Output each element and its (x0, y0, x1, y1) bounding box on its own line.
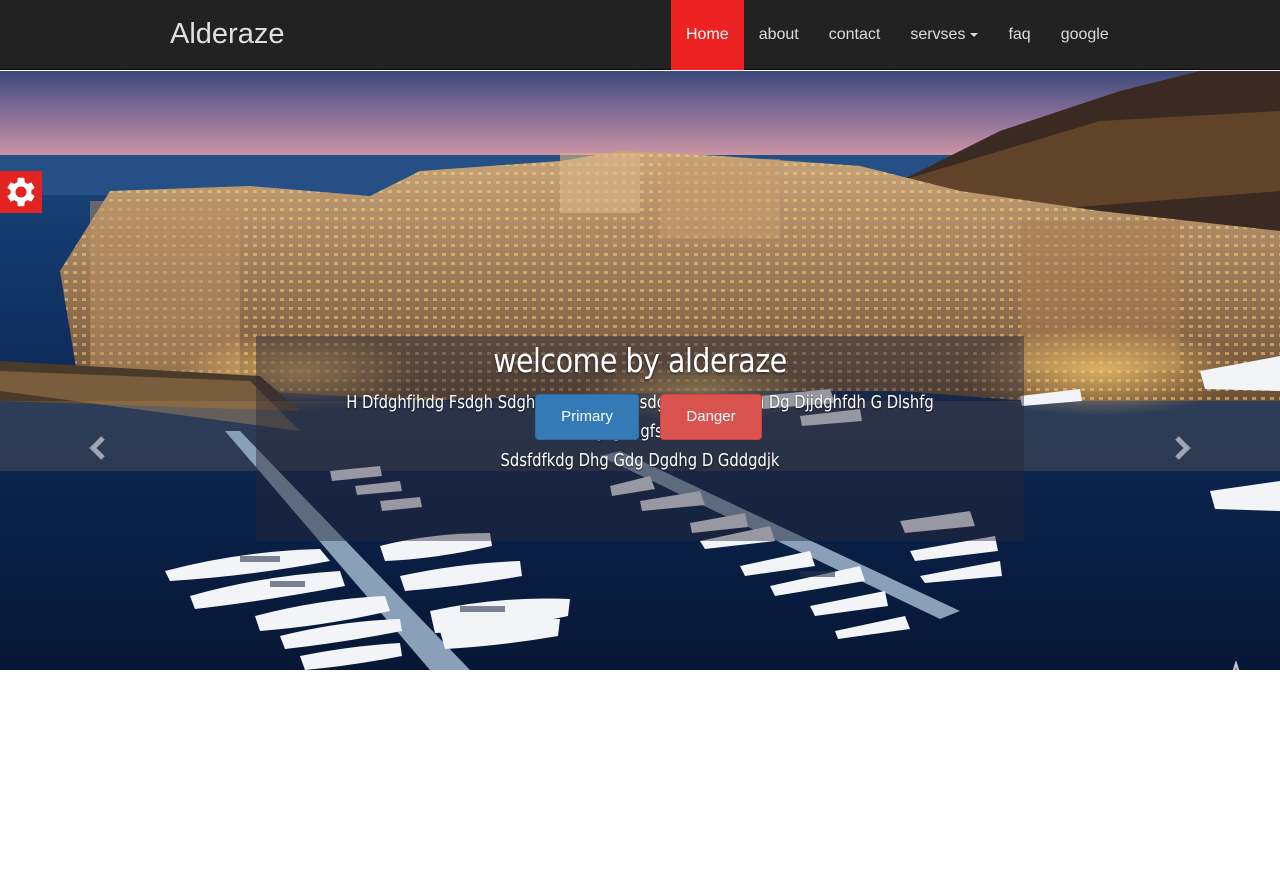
carousel-next-button[interactable] (1166, 433, 1196, 463)
carousel-prev-button[interactable] (84, 433, 114, 463)
hero-title: welcome by alderaze (493, 341, 787, 380)
hero-carousel: welcome by alderaze H Dfdghfjhdg Fsdgh S… (0, 71, 1280, 670)
hero-description-line-2: Sdsfdfkdg Dhg Gdg Dgdhg D Gddgdjk (500, 450, 780, 471)
nav-link-about[interactable]: about (744, 0, 814, 70)
nav-item-contact: contact (814, 0, 896, 70)
nav-item-faq: faq (993, 0, 1045, 70)
compass-badge-icon (1232, 659, 1240, 670)
chevron-left-icon (89, 436, 105, 460)
caret-down-icon (970, 32, 979, 37)
main-nav: Home about contact servses faq google (671, 0, 1124, 70)
nav-item-about: about (744, 0, 814, 70)
nav-link-servses-dropdown[interactable]: servses (895, 0, 993, 70)
nav-link-contact[interactable]: contact (814, 0, 896, 70)
nav-link-home[interactable]: Home (671, 0, 744, 70)
nav-link-google[interactable]: google (1046, 0, 1124, 70)
top-navbar: Alderaze Home about contact servses faq … (0, 0, 1280, 70)
primary-button[interactable]: Primary (535, 394, 639, 440)
chevron-right-icon (1175, 436, 1191, 460)
nav-label-servses: servses (910, 26, 966, 43)
carousel-caption: welcome by alderaze H Dfdghfjhdg Fsdgh S… (256, 336, 1024, 541)
gear-icon (7, 177, 35, 207)
brand-logo[interactable]: Alderaze (170, 16, 284, 52)
nav-link-faq[interactable]: faq (993, 0, 1045, 70)
danger-button[interactable]: Danger (660, 394, 762, 440)
hero-description: H Dfdghfjhdg Fsdgh Sdgh Fsdghfhsdgfhsdgf… (317, 388, 963, 475)
nav-item-google: google (1046, 0, 1124, 70)
nav-item-servses: servses (895, 0, 993, 70)
compass-badge[interactable] (1196, 659, 1276, 670)
settings-gear-button[interactable] (0, 171, 42, 213)
hero-description-line-1: H Dfdghfjhdg Fsdgh Sdgh Fsdghfhsdgfhsdgf… (346, 392, 934, 442)
nav-item-home: Home (671, 0, 744, 70)
